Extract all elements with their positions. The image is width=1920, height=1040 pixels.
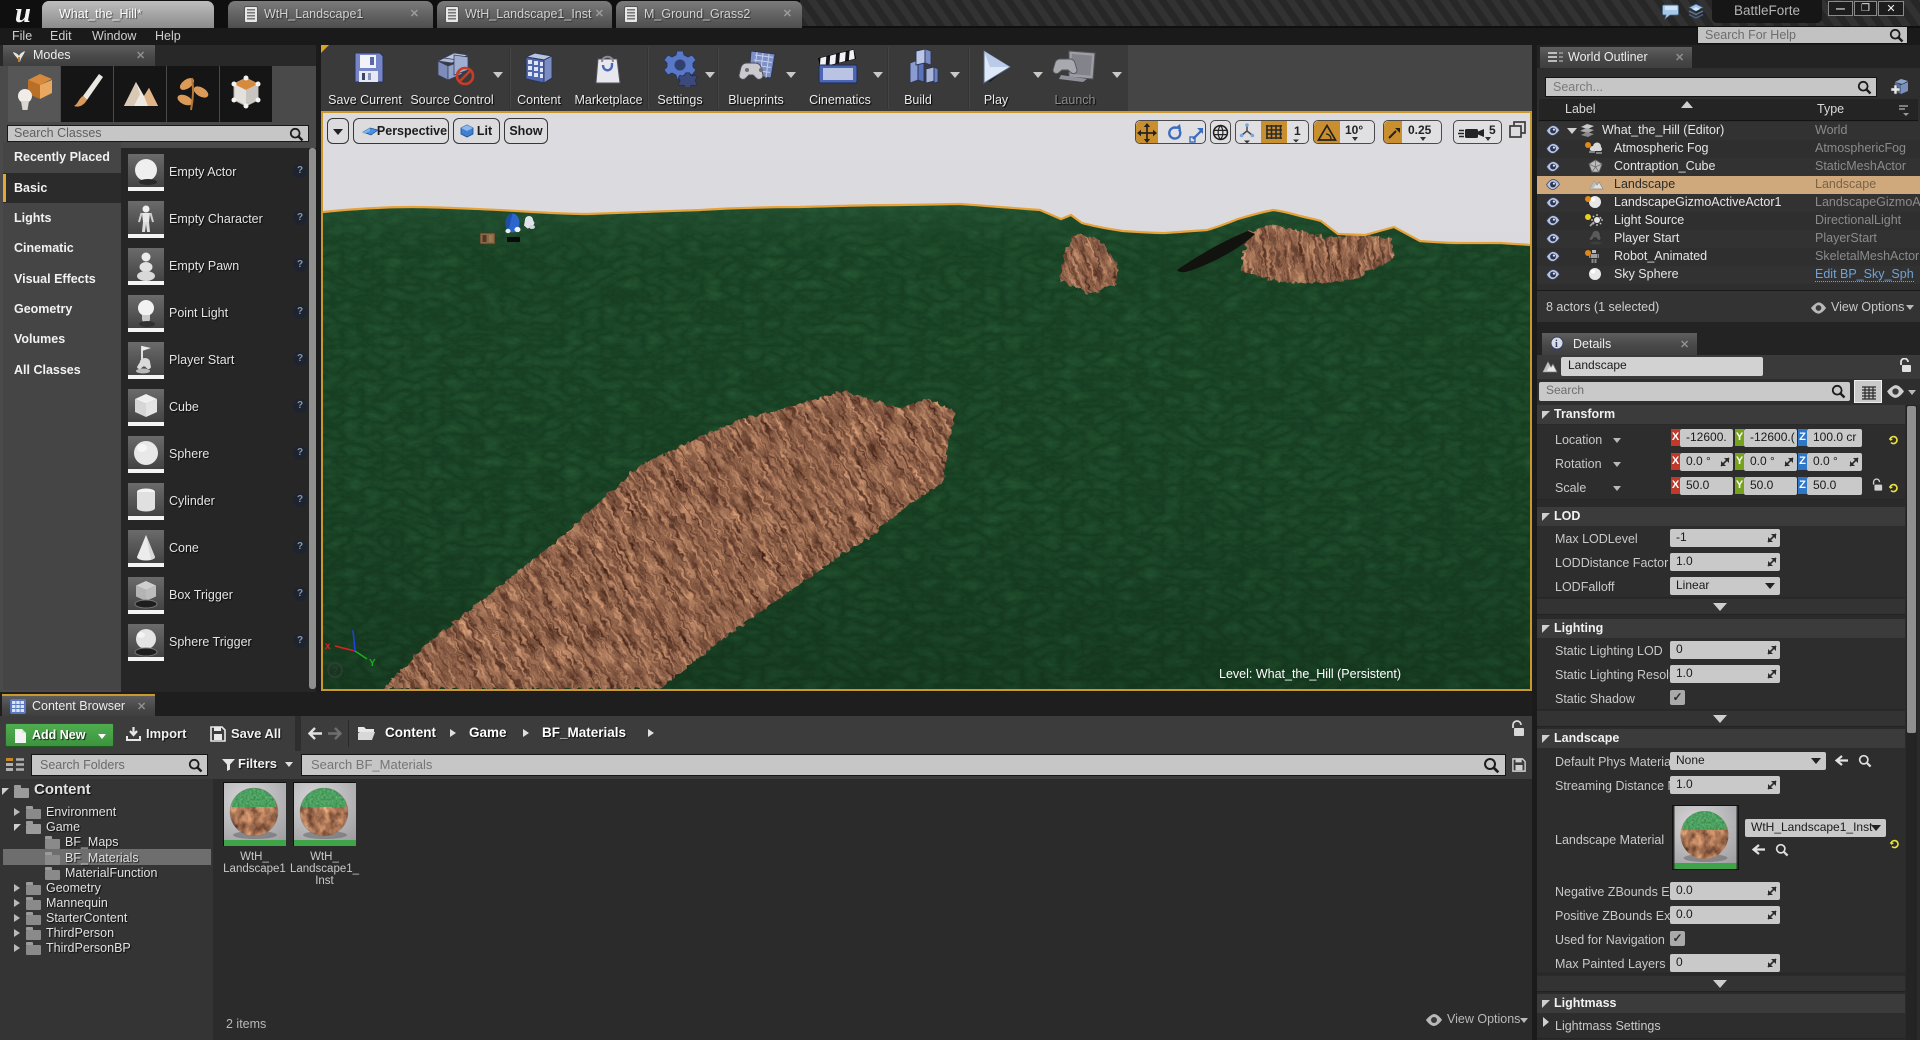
svg-text:Level: What_the_Hill (Persist: Level: What_the_Hill (Persistent)	[1219, 667, 1401, 681]
svg-text:1: 1	[1294, 124, 1301, 138]
svg-text:Y: Y	[369, 658, 376, 669]
svg-text:?: ?	[332, 666, 338, 677]
svg-text:i: i	[1555, 339, 1558, 350]
svg-text:x: x	[325, 641, 331, 652]
